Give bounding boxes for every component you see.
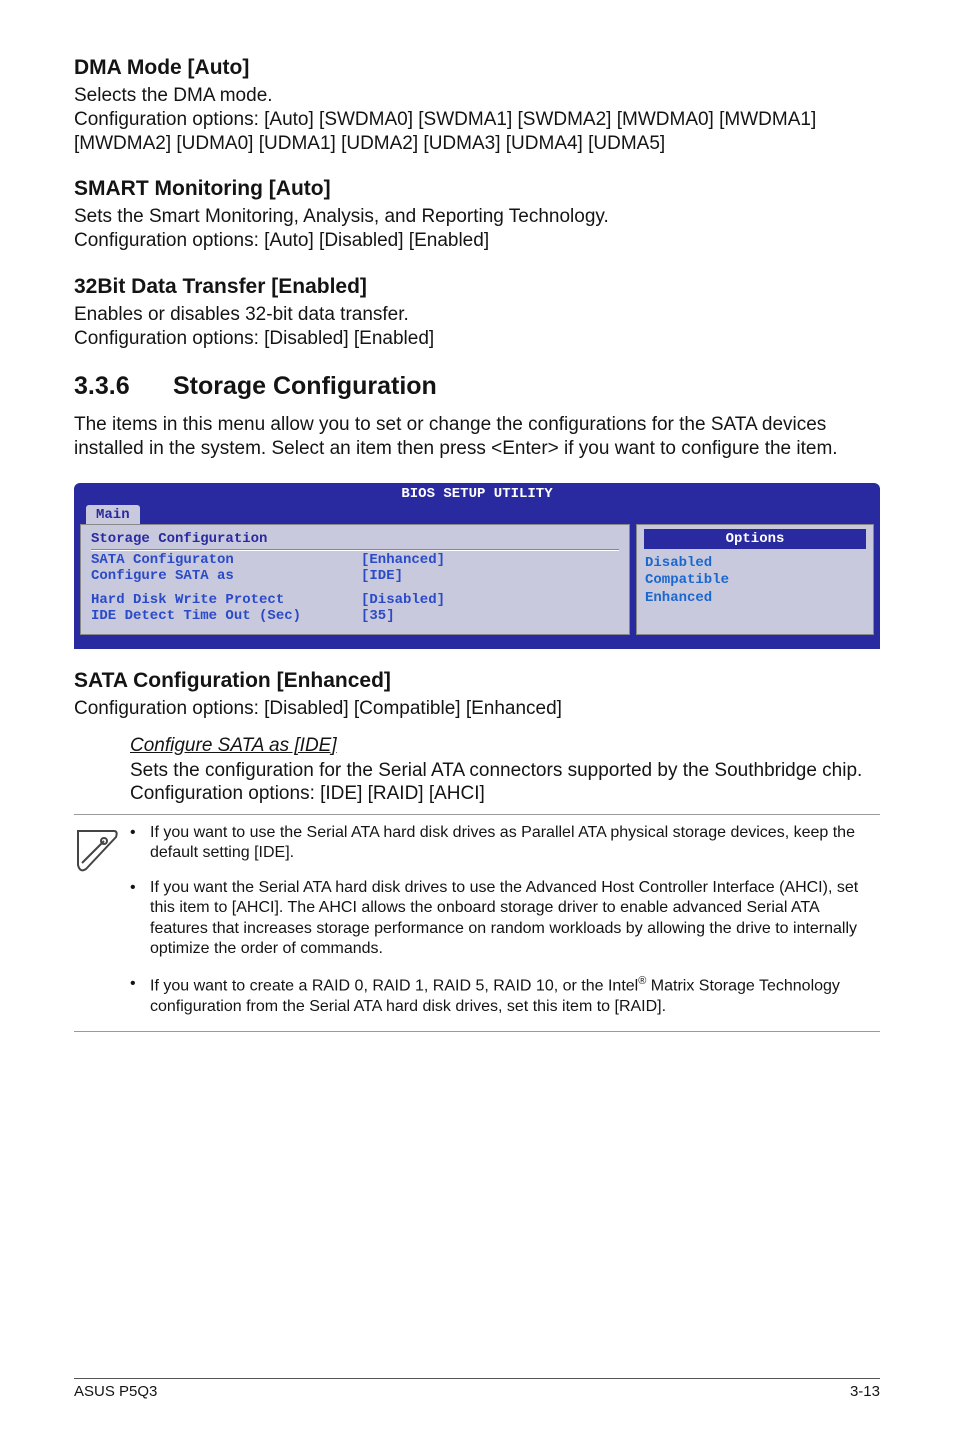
bios-row[interactable]: IDE Detect Time Out (Sec) [35] — [91, 608, 619, 624]
note-body: If you want to use the Serial ATA hard d… — [130, 823, 880, 1019]
heading-336: 3.3.6 Storage Configuration — [74, 372, 880, 401]
bios-row[interactable]: SATA Configuraton [Enhanced] — [91, 552, 619, 568]
bios-panel-title: Storage Configuration — [91, 531, 619, 550]
heading-32bit: 32Bit Data Transfer [Enabled] — [74, 275, 880, 299]
note-bullet: If you want the Serial ATA hard disk dri… — [130, 878, 880, 960]
body-text: Sets the Smart Monitoring, Analysis, and… — [74, 205, 880, 253]
bios-row-label: Configure SATA as — [91, 568, 361, 584]
body-text: Selects the DMA mode. Configuration opti… — [74, 84, 880, 155]
bios-option-disabled[interactable]: Disabled — [645, 555, 865, 573]
bios-option-enhanced[interactable]: Enhanced — [645, 590, 865, 608]
subheading-configure-sata: Configure SATA as [IDE] — [130, 735, 880, 757]
footer-left: ASUS P5Q3 — [74, 1383, 157, 1400]
bios-row-value: [Disabled] — [361, 592, 445, 608]
text: Enables or disables 32-bit data transfer… — [74, 304, 409, 325]
bios-option-compatible[interactable]: Compatible — [645, 572, 865, 590]
bios-title-bar: BIOS SETUP UTILITY — [74, 483, 880, 505]
text: Configuration options: [Auto] [Disabled]… — [74, 230, 489, 251]
body-text: Enables or disables 32-bit data transfer… — [74, 303, 880, 351]
heading-sata-config: SATA Configuration [Enhanced] — [74, 669, 880, 693]
footer-right: 3-13 — [850, 1383, 880, 1400]
heading-smart-monitoring: SMART Monitoring [Auto] — [74, 177, 880, 201]
bios-options-title: Options — [644, 529, 866, 549]
bios-row-label: Hard Disk Write Protect — [91, 592, 361, 608]
bios-row-value: [IDE] — [361, 568, 403, 584]
text: Selects the DMA mode. — [74, 85, 273, 106]
note-icon — [74, 827, 120, 1019]
bios-row-value: [Enhanced] — [361, 552, 445, 568]
text: Configuration options: [Disabled] [Enabl… — [74, 328, 434, 349]
text: If you want to create a RAID 0, RAID 1, … — [150, 977, 638, 994]
bios-tabs-row: Main — [74, 505, 880, 524]
body-text: Sets the configuration for the Serial AT… — [130, 759, 880, 807]
bios-tab-main[interactable]: Main — [86, 505, 140, 524]
bios-row[interactable]: Configure SATA as [IDE] — [91, 568, 619, 584]
section-number: 3.3.6 — [74, 372, 166, 401]
bios-right-panel: Options Disabled Compatible Enhanced — [636, 524, 874, 635]
bios-body: Storage Configuration SATA Configuraton … — [74, 524, 880, 649]
bios-row-value: [35] — [361, 608, 395, 624]
bios-left-panel: Storage Configuration SATA Configuraton … — [80, 524, 630, 635]
bios-row-label: SATA Configuraton — [91, 552, 361, 568]
body-text: The items in this menu allow you to set … — [74, 413, 880, 461]
bios-row[interactable]: Hard Disk Write Protect [Disabled] — [91, 592, 619, 608]
text: Configuration options: [Auto] [SWDMA0] [… — [74, 109, 816, 154]
heading-dma-mode: DMA Mode [Auto] — [74, 56, 880, 80]
section-title: Storage Configuration — [173, 372, 437, 400]
body-text: Configuration options: [Disabled] [Compa… — [74, 697, 880, 721]
page-footer: ASUS P5Q3 3-13 — [74, 1378, 880, 1400]
note-block: If you want to use the Serial ATA hard d… — [74, 814, 880, 1032]
note-bullet: If you want to create a RAID 0, RAID 1, … — [130, 974, 880, 1017]
text: Sets the Smart Monitoring, Analysis, and… — [74, 206, 609, 227]
bios-row-label: IDE Detect Time Out (Sec) — [91, 608, 361, 624]
note-bullet: If you want to use the Serial ATA hard d… — [130, 823, 880, 864]
bios-screenshot: BIOS SETUP UTILITY Main Storage Configur… — [74, 483, 880, 649]
